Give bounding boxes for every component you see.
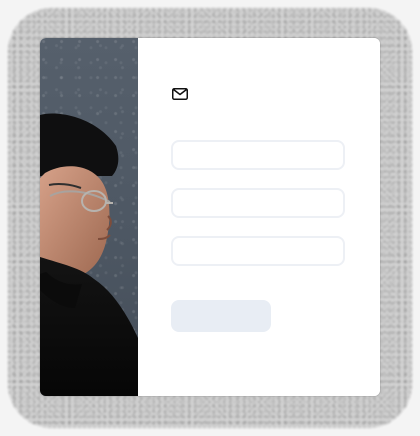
form-panel bbox=[138, 38, 380, 396]
profile-photo-panel bbox=[40, 38, 138, 396]
text-input-2[interactable] bbox=[171, 188, 345, 218]
signup-card bbox=[40, 38, 380, 396]
person-photo bbox=[40, 113, 138, 396]
screen bbox=[0, 0, 420, 436]
text-input-3[interactable] bbox=[171, 236, 345, 266]
submit-button[interactable] bbox=[171, 300, 271, 332]
text-input-1[interactable] bbox=[171, 140, 345, 170]
mail-icon bbox=[172, 88, 188, 100]
